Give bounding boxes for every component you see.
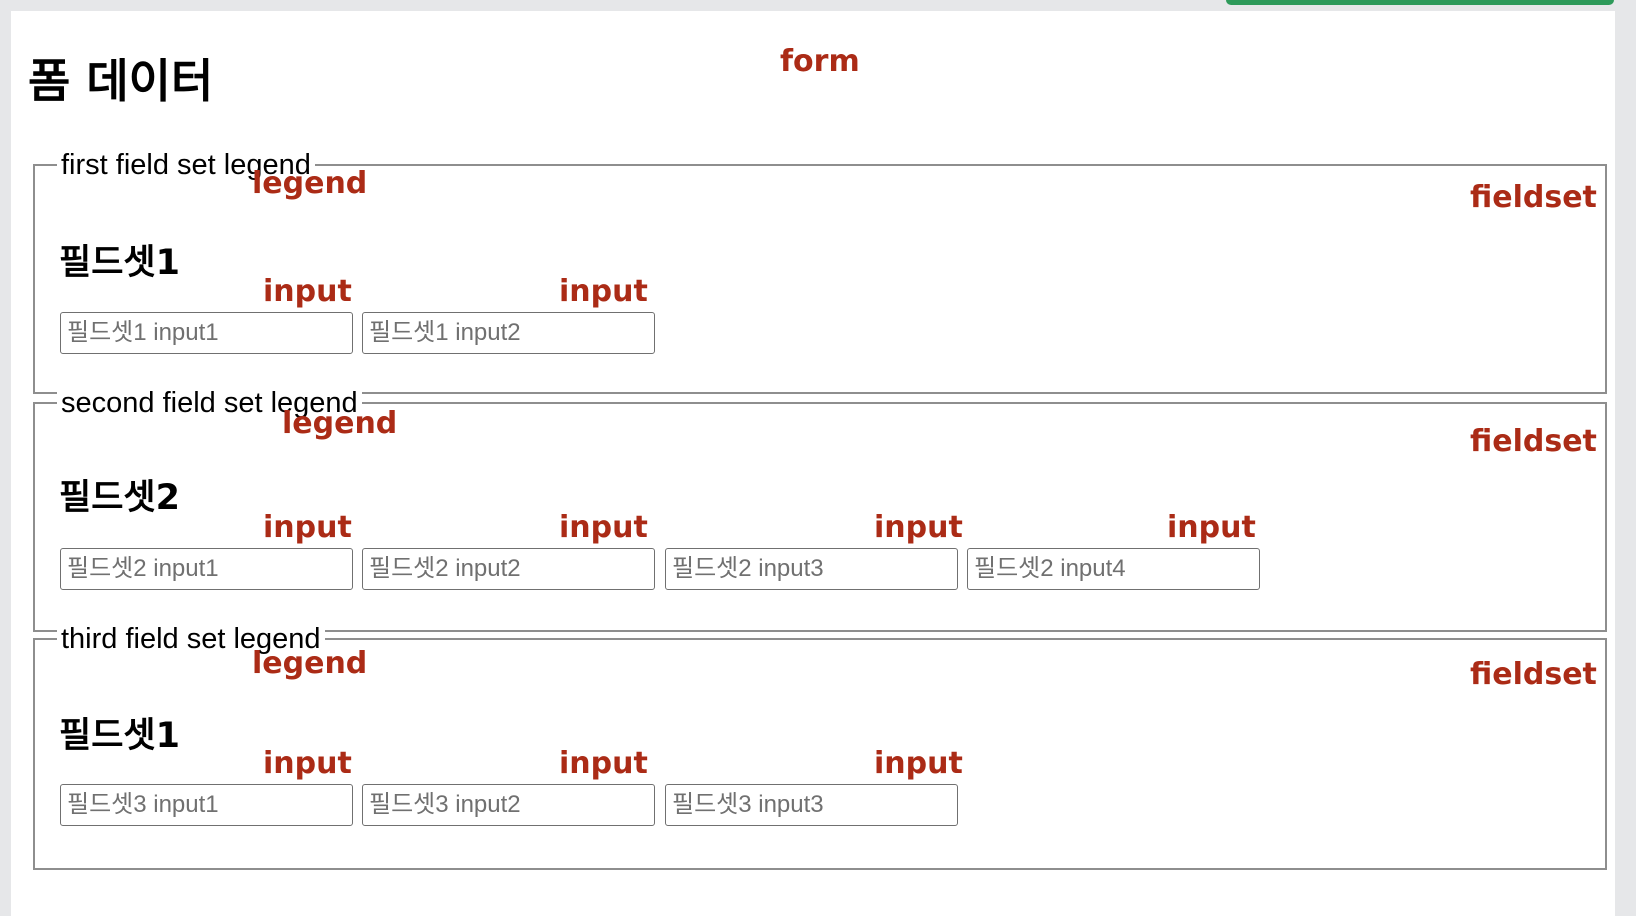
- fieldset-2-input-3[interactable]: [665, 548, 958, 590]
- fieldset-2-input-2-annotation: input: [559, 510, 648, 545]
- fieldset-1: first field set legend legend fieldset 필…: [33, 148, 1607, 394]
- fieldset-1-input-2-annotation: input: [559, 274, 648, 309]
- fieldset-2-heading: 필드셋2: [59, 478, 180, 518]
- fieldset-2-annotation: fieldset: [1470, 424, 1597, 459]
- fieldset-3-legend-annotation: legend: [252, 646, 368, 681]
- fieldset-3-input-1-annotation: input: [263, 746, 352, 781]
- fieldset-1-annotation: fieldset: [1470, 180, 1597, 215]
- fieldset-1-input-2[interactable]: [362, 312, 655, 354]
- fieldset-3-heading: 필드셋1: [59, 716, 180, 756]
- fieldset-1-input-1-annotation: input: [263, 274, 352, 309]
- fieldset-3: third field set legend legend fieldset 필…: [33, 622, 1607, 870]
- page-title: 폼 데이터: [28, 54, 214, 108]
- top-accent-bar: [1226, 0, 1614, 5]
- fieldset-3-input-3-annotation: input: [874, 746, 963, 781]
- fieldset-1-heading: 필드셋1: [59, 243, 180, 283]
- fieldset-2-legend-annotation: legend: [282, 406, 398, 441]
- fieldset-2-input-4-annotation: input: [1167, 510, 1256, 545]
- fieldset-3-input-1[interactable]: [60, 784, 353, 826]
- fieldset-2-input-3-annotation: input: [874, 510, 963, 545]
- page-content: 폼 데이터 form first field set legend legend…: [11, 11, 1615, 916]
- fieldset-1-input-1[interactable]: [60, 312, 353, 354]
- fieldset-1-legend-annotation: legend: [252, 166, 368, 201]
- fieldset-3-annotation: fieldset: [1470, 657, 1597, 692]
- fieldset-2-input-1[interactable]: [60, 548, 353, 590]
- fieldset-2-input-2[interactable]: [362, 548, 655, 590]
- fieldset-3-input-2-annotation: input: [559, 746, 648, 781]
- form-annotation: form: [780, 44, 860, 79]
- fieldset-2: second field set legend legend fieldset …: [33, 386, 1607, 632]
- fieldset-3-input-2[interactable]: [362, 784, 655, 826]
- fieldset-3-input-3[interactable]: [665, 784, 958, 826]
- fieldset-2-input-1-annotation: input: [263, 510, 352, 545]
- fieldset-2-input-4[interactable]: [967, 548, 1260, 590]
